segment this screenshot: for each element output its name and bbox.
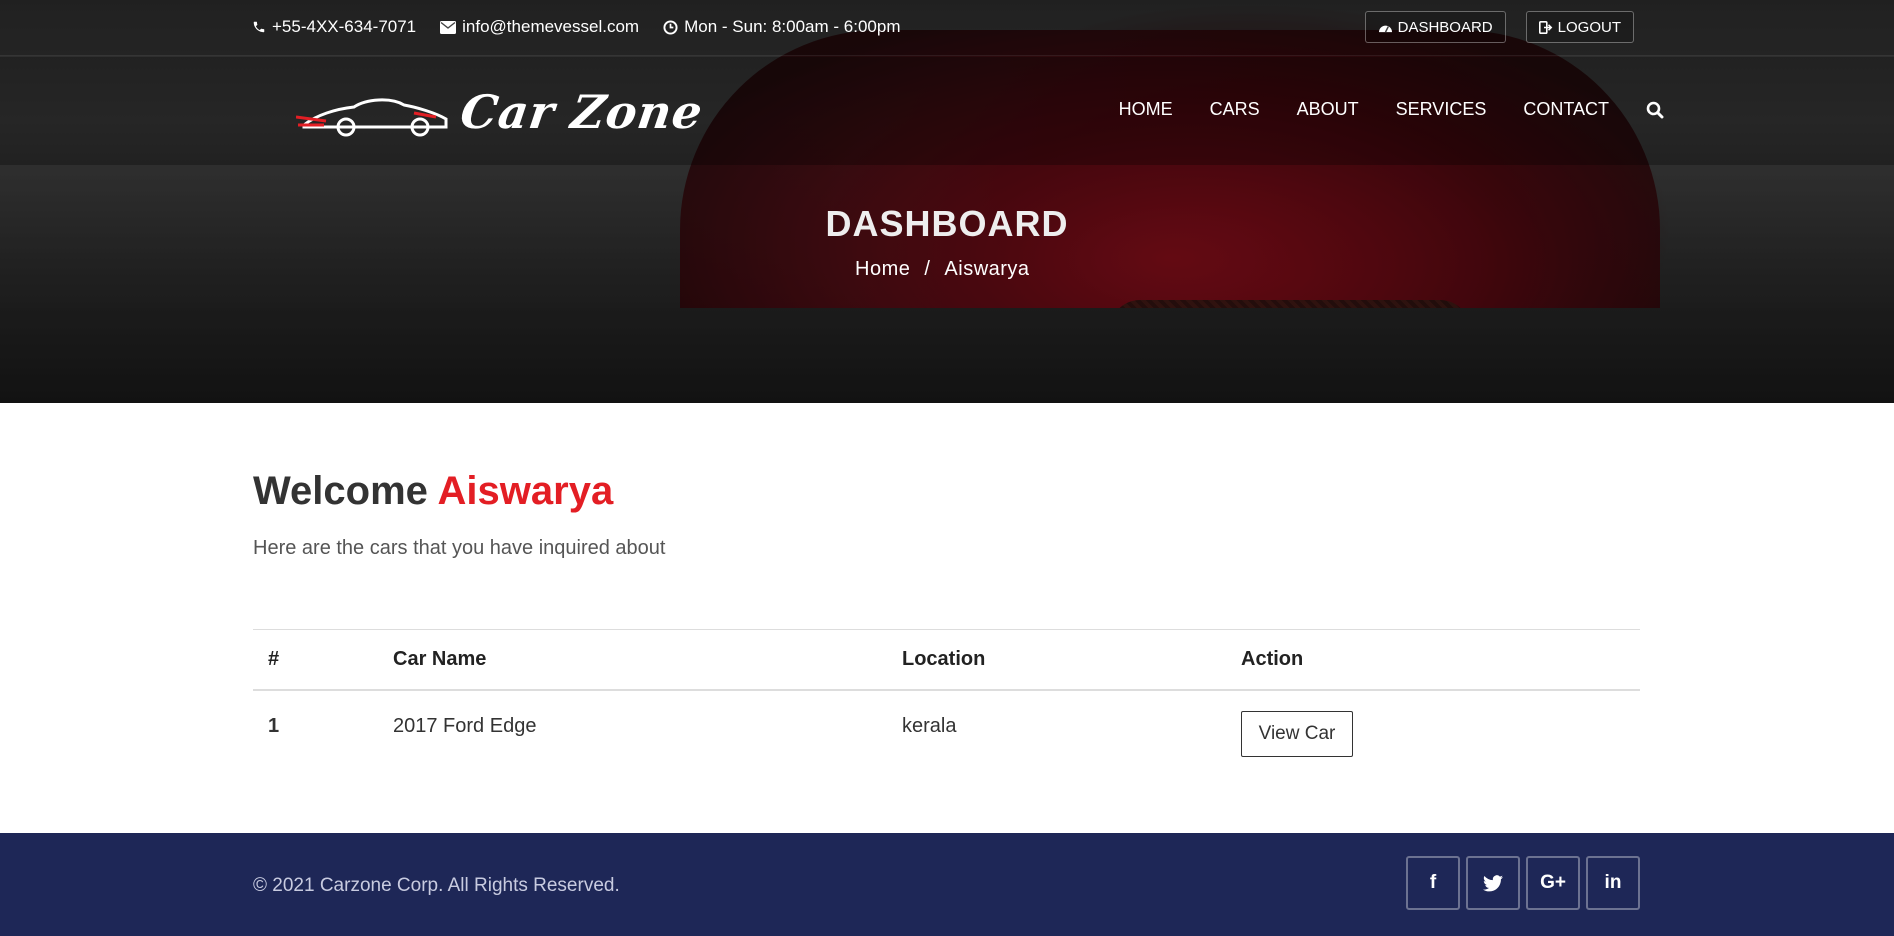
- user-name: Aiswarya: [437, 469, 614, 513]
- breadcrumb-home[interactable]: Home: [855, 258, 910, 281]
- top-info-bar: +55-4XX-634-7071 info@themevessel.com Mo…: [0, 0, 1894, 56]
- twitter-icon[interactable]: t: [1466, 856, 1520, 910]
- clock-icon: [663, 19, 678, 35]
- logout-label: LOGOUT: [1557, 18, 1621, 36]
- header-number: #: [268, 648, 280, 670]
- business-hours: Mon - Sun: 8:00am - 6:00pm: [684, 17, 901, 36]
- inquiries-table: # Car Name Location Action 1 2017 Ford E…: [253, 629, 1640, 761]
- email-info: info@themevessel.com: [440, 17, 639, 37]
- header-location: Location: [902, 648, 986, 670]
- sign-out-icon: [1538, 20, 1553, 34]
- hero-banner: +55-4XX-634-7071 info@themevessel.com Mo…: [0, 0, 1894, 403]
- brand-logo[interactable]: Car Zone: [296, 85, 707, 139]
- phone-number[interactable]: +55-4XX-634-7071: [272, 17, 416, 37]
- main-navbar: Car Zone HOME CARS ABOUT SERVICES CONTAC…: [0, 57, 1894, 165]
- linkedin-icon[interactable]: in: [1586, 856, 1640, 910]
- nav-home[interactable]: HOME: [1119, 99, 1173, 120]
- main-content: Welcome Aiswarya Here are the cars that …: [0, 403, 1894, 833]
- header-car-name: Car Name: [393, 648, 487, 670]
- dashboard-label: DASHBOARD: [1397, 18, 1493, 36]
- page-title: DASHBOARD: [0, 203, 1894, 245]
- row-car-name: 2017 Ford Edge: [393, 714, 537, 737]
- welcome-heading: Welcome Aiswarya: [253, 469, 613, 514]
- phone-info: +55-4XX-634-7071: [252, 17, 416, 37]
- phone-icon: [252, 20, 266, 34]
- nav-services[interactable]: SERVICES: [1396, 99, 1487, 120]
- search-icon[interactable]: [1646, 101, 1664, 119]
- row-location: kerala: [902, 714, 957, 737]
- dashboard-icon: [1378, 21, 1393, 34]
- table-row: 1 2017 Ford Edge kerala View Car: [253, 691, 1640, 761]
- breadcrumb: Home / Aiswarya: [855, 258, 1030, 281]
- hours-info: Mon - Sun: 8:00am - 6:00pm: [663, 17, 900, 37]
- copyright-text: © 2021 Carzone Corp. All Rights Reserved…: [253, 875, 620, 896]
- header-action: Action: [1241, 648, 1304, 670]
- email-address[interactable]: info@themevessel.com: [462, 17, 639, 37]
- welcome-prefix: Welcome: [253, 469, 428, 513]
- social-links: f t G+ in: [1406, 856, 1640, 910]
- view-car-button[interactable]: View Car: [1241, 711, 1353, 757]
- nav-menu: HOME CARS ABOUT SERVICES CONTACT: [1119, 99, 1664, 120]
- page-title-text: DASHBOARD: [825, 203, 1069, 244]
- logout-button[interactable]: LOGOUT: [1525, 11, 1634, 43]
- table-header: # Car Name Location Action: [253, 629, 1640, 691]
- nav-about[interactable]: ABOUT: [1297, 99, 1359, 120]
- welcome-subtitle: Here are the cars that you have inquired…: [253, 537, 666, 559]
- breadcrumb-separator: /: [924, 258, 931, 280]
- dashboard-button[interactable]: DASHBOARD: [1364, 11, 1506, 43]
- car-logo-icon: [296, 98, 448, 137]
- breadcrumb-current: Aiswarya: [944, 258, 1030, 280]
- footer: © 2021 Carzone Corp. All Rights Reserved…: [0, 833, 1894, 936]
- google-plus-icon[interactable]: G+: [1526, 856, 1580, 910]
- row-number: 1: [268, 714, 280, 737]
- nav-contact[interactable]: CONTACT: [1523, 99, 1609, 120]
- brand-name: Car Zone: [457, 85, 707, 139]
- nav-cars[interactable]: CARS: [1210, 99, 1260, 120]
- facebook-icon[interactable]: f: [1406, 856, 1460, 910]
- envelope-icon: [440, 20, 457, 34]
